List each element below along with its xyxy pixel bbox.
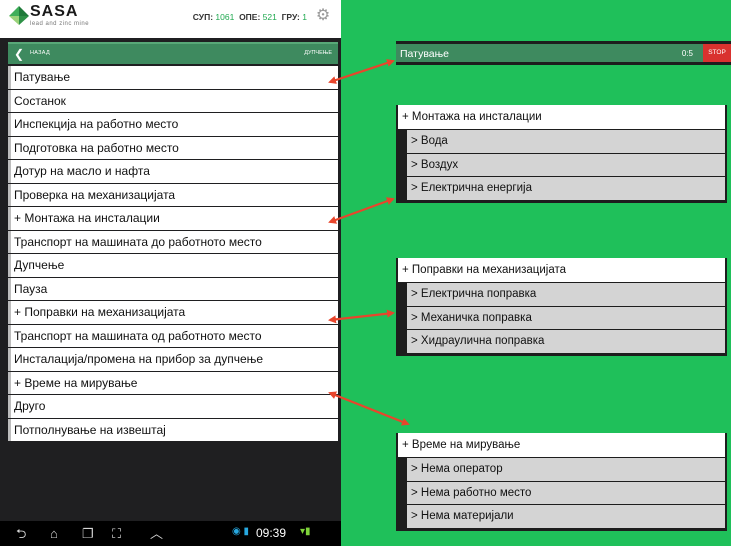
list-item[interactable]: Потполнување на извештај (8, 418, 338, 441)
sub-item[interactable]: > Механичка поправка (407, 306, 725, 329)
counter-label: ГРУ: (281, 12, 300, 22)
activity-timer: 0:5 (681, 49, 693, 58)
back-button[interactable]: НАЗАД (30, 50, 50, 56)
clock: 09:39 (256, 526, 287, 540)
list-item[interactable]: Проверка на механизацијата (8, 183, 338, 206)
sub-item[interactable]: > Воздух (407, 153, 725, 176)
screenshot-icon[interactable]: ⛶ (112, 525, 121, 542)
counter-label: СУП: (192, 12, 214, 22)
list-item[interactable]: Транспорт на машината до работното место (8, 230, 338, 253)
running-activity-bar: Патување 0:5 STOP (396, 41, 731, 65)
tablet-screen: SASA lead and zinc mine СУП: 1061 ОПЕ: 5… (0, 0, 341, 546)
stop-button[interactable]: STOP (703, 44, 731, 62)
sub-item[interactable]: > Нема оператор (407, 458, 725, 481)
navigation-bar: ❮ НАЗАД ДУПЧЕЊЕ (8, 42, 338, 64)
counters: СУП: 1061 ОПЕ: 521 ГРУ: 1 (193, 12, 307, 22)
list-item[interactable]: + Монтажа на инсталации (8, 207, 338, 230)
notification-icons: ◉ ▮ (232, 526, 250, 537)
list-item[interactable]: + Време на мирување (8, 371, 338, 394)
chevron-up-icon[interactable]: ︿ (150, 525, 163, 542)
arrow-downtime (328, 391, 410, 426)
app-header: SASA lead and zinc mine СУП: 1061 ОПЕ: 5… (0, 0, 341, 38)
sasa-logo-icon (9, 6, 29, 25)
list-item[interactable]: Друго (8, 395, 338, 418)
list-item[interactable]: Дупчење (8, 254, 338, 277)
page-title: ДУПЧЕЊЕ (304, 50, 332, 56)
signal-battery-icon: ▾▮ (300, 526, 311, 537)
list-item[interactable]: Инсталација/промена на прибор за дупчење (8, 348, 338, 371)
list-item[interactable]: Патување (8, 66, 338, 89)
list-item[interactable]: Дотур на масло и нафта (8, 160, 338, 183)
list-item[interactable]: Подготовка на работно место (8, 136, 338, 159)
sub-item[interactable]: > Електрична енергија (407, 177, 725, 200)
brand-name: SASA (30, 3, 79, 20)
list-item[interactable]: Инспекција на работно место (8, 113, 338, 136)
activity-list: Патување Состанок Инспекција на работно … (8, 66, 338, 442)
chevron-left-icon[interactable]: ❮ (14, 47, 24, 61)
sub-item[interactable]: > Нема материјали (407, 505, 725, 528)
sub-item[interactable]: > Електрична поправка (407, 283, 725, 306)
group-header[interactable]: + Време на мирување (398, 433, 725, 457)
running-activity-label: Патување (400, 48, 450, 60)
brand-tagline: lead and zinc mine (30, 21, 90, 27)
expanded-group-downtime: + Време на мирување > Нема оператор > Не… (396, 433, 727, 531)
counter-value: 521 (262, 12, 277, 22)
back-icon[interactable]: ⮌ (16, 525, 26, 542)
recent-apps-icon[interactable]: ❐ (82, 525, 94, 542)
expanded-group-repairs: + Поправки на механизацијата > Електричн… (396, 258, 727, 356)
counter-label: ОПЕ: (239, 12, 261, 22)
gear-icon[interactable]: ⚙ (314, 7, 332, 25)
sub-item[interactable]: > Хидраулична поправка (407, 330, 725, 353)
list-item[interactable]: Состанок (8, 89, 338, 112)
system-navigation-bar: ⮌ ⌂ ❐ ⛶ ︿ ◉ ▮ 09:39 ▾▮ (0, 521, 341, 546)
home-icon[interactable]: ⌂ (50, 525, 58, 542)
app-body: ❮ НАЗАД ДУПЧЕЊЕ Патување Состанок Инспек… (0, 38, 341, 521)
list-item[interactable]: Транспорт на машината од работното место (8, 324, 338, 347)
sub-item[interactable]: > Нема работно место (407, 481, 725, 504)
counter-value: 1 (302, 12, 307, 22)
expanded-group-installations: + Монтажа на инсталации > Вода > Воздух … (396, 105, 727, 203)
group-header[interactable]: + Монтажа на инсталации (398, 105, 725, 129)
list-item[interactable]: + Поправки на механизацијата (8, 301, 338, 324)
counter-value: 1061 (215, 12, 235, 22)
sub-item[interactable]: > Вода (407, 130, 725, 153)
list-item[interactable]: Пауза (8, 277, 338, 300)
group-header[interactable]: + Поправки на механизацијата (398, 258, 725, 282)
